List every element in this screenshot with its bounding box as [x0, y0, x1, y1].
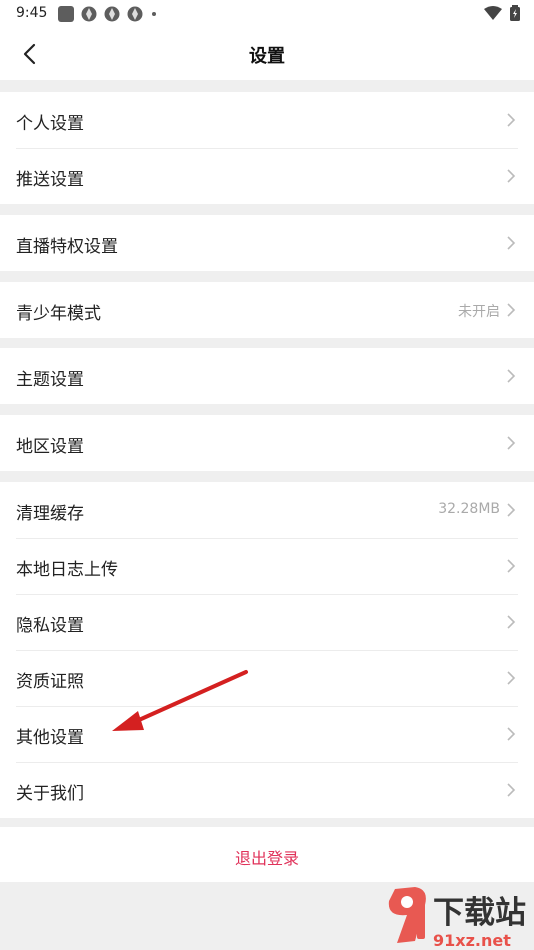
watermark-title: 下载站 — [433, 895, 526, 931]
logout-label: 退出登录 — [234, 849, 299, 868]
menu-item-label: 推送设置 — [16, 170, 84, 190]
aperture-icon — [81, 6, 97, 22]
menu-item-live-privilege-settings[interactable]: 直播特权设置 — [0, 215, 534, 271]
chevron-right-icon — [507, 303, 516, 317]
wifi-icon — [484, 6, 502, 20]
menu-item-label: 主题设置 — [16, 370, 84, 390]
menu-item-privacy-settings[interactable]: 隐私设置 — [0, 594, 534, 650]
menu-item-label: 清理缓存 — [16, 504, 84, 524]
chevron-right-icon — [507, 615, 516, 629]
status-time: 9:45 — [16, 5, 48, 21]
menu-item-label: 隐私设置 — [16, 616, 84, 636]
menu-item-push-settings[interactable]: 推送设置 — [0, 148, 534, 204]
menu-item-youth-mode[interactable]: 青少年模式 未开启 — [0, 282, 534, 338]
menu-item-label: 个人设置 — [16, 114, 84, 134]
chevron-right-icon — [507, 559, 516, 573]
page-title: 设置 — [249, 46, 285, 67]
menu-item-personal-settings[interactable]: 个人设置 — [0, 92, 534, 148]
settings-group-live: 直播特权设置 — [0, 215, 534, 271]
site-watermark-logo: 下载站 91xz.net — [388, 887, 526, 950]
chevron-right-icon — [507, 783, 516, 797]
notification-icons — [58, 6, 156, 22]
watermark-url: 91xz.net — [433, 931, 511, 950]
more-notifications-dot — [152, 12, 156, 16]
settings-group-theme: 主题设置 — [0, 348, 534, 404]
nav-bar: 设置 — [0, 28, 534, 80]
chevron-right-icon — [507, 236, 516, 250]
menu-item-region-settings[interactable]: 地区设置 — [0, 415, 534, 471]
menu-item-label: 资质证照 — [16, 672, 84, 692]
chevron-right-icon — [507, 503, 516, 517]
menu-item-label: 关于我们 — [16, 784, 84, 804]
chevron-right-icon — [507, 169, 516, 183]
menu-item-other-settings[interactable]: 其他设置 — [0, 706, 534, 762]
menu-item-qualifications[interactable]: 资质证照 — [0, 650, 534, 706]
app-notification-icon — [58, 6, 74, 22]
battery-icon — [510, 5, 520, 21]
menu-item-upload-local-log[interactable]: 本地日志上传 — [0, 538, 534, 594]
aperture-icon — [104, 6, 120, 22]
settings-group-account: 个人设置 推送设置 — [0, 92, 534, 204]
menu-item-clear-cache[interactable]: 清理缓存 32.28MB — [0, 482, 534, 538]
status-bar: 9:45 — [0, 0, 534, 28]
settings-group-general: 清理缓存 32.28MB 本地日志上传 隐私设置 资质证照 其他设置 关于我们 — [0, 482, 534, 818]
menu-item-label: 本地日志上传 — [16, 560, 118, 580]
cache-size: 32.28MB — [438, 501, 500, 517]
aperture-icon — [127, 6, 143, 22]
system-icons — [484, 5, 520, 21]
chevron-right-icon — [507, 369, 516, 383]
settings-group-youth: 青少年模式 未开启 — [0, 282, 534, 338]
settings-group-region: 地区设置 — [0, 415, 534, 471]
logout-button[interactable]: 退出登录 — [0, 827, 534, 882]
menu-item-theme-settings[interactable]: 主题设置 — [0, 348, 534, 404]
chevron-right-icon — [507, 436, 516, 450]
menu-item-label: 青少年模式 — [16, 304, 101, 324]
menu-item-label: 其他设置 — [16, 728, 84, 748]
menu-item-about-us[interactable]: 关于我们 — [0, 762, 534, 818]
menu-item-label: 地区设置 — [16, 437, 84, 457]
chevron-right-icon — [507, 727, 516, 741]
menu-item-label: 直播特权设置 — [16, 237, 118, 257]
chevron-right-icon — [507, 113, 516, 127]
chevron-right-icon — [507, 671, 516, 685]
youth-mode-status: 未开启 — [458, 304, 500, 320]
